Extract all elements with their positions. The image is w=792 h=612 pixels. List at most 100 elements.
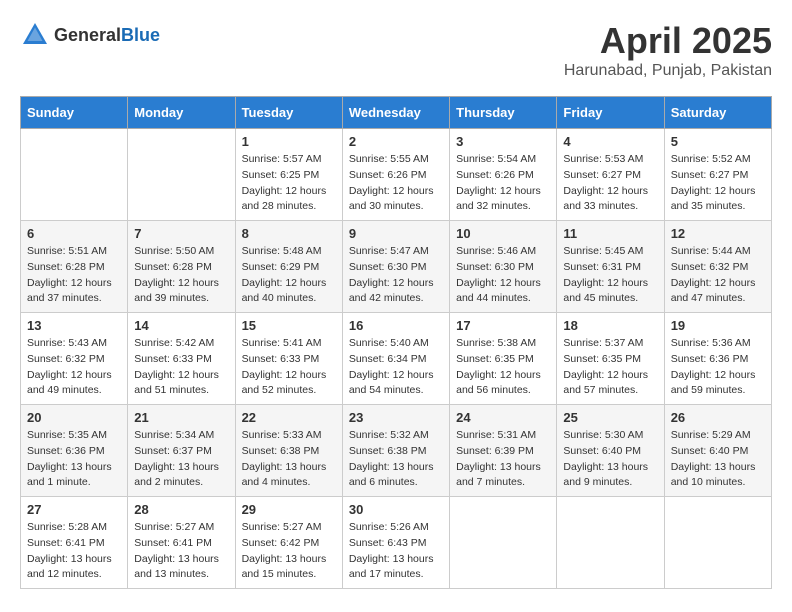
daylight-text: Daylight: 12 hours and 57 minutes. — [563, 369, 648, 397]
daylight-text: Daylight: 12 hours and 47 minutes. — [671, 277, 756, 305]
day-number: 24 — [456, 410, 550, 425]
cell-details: Sunrise: 5:55 AM Sunset: 6:26 PM Dayligh… — [349, 152, 443, 215]
sunrise-text: Sunrise: 5:28 AM — [27, 521, 107, 533]
daylight-text: Daylight: 12 hours and 49 minutes. — [27, 369, 112, 397]
logo-blue-text: Blue — [121, 25, 160, 45]
calendar-cell: 26 Sunrise: 5:29 AM Sunset: 6:40 PM Dayl… — [664, 405, 771, 497]
daylight-text: Daylight: 13 hours and 13 minutes. — [134, 553, 219, 581]
calendar-cell: 16 Sunrise: 5:40 AM Sunset: 6:34 PM Dayl… — [342, 313, 449, 405]
sunrise-text: Sunrise: 5:41 AM — [242, 337, 322, 349]
day-number: 14 — [134, 318, 228, 333]
col-wednesday: Wednesday — [342, 97, 449, 129]
day-number: 5 — [671, 134, 765, 149]
sunrise-text: Sunrise: 5:34 AM — [134, 429, 214, 441]
day-number: 16 — [349, 318, 443, 333]
sunrise-text: Sunrise: 5:36 AM — [671, 337, 751, 349]
sunset-text: Sunset: 6:35 PM — [563, 353, 641, 365]
generalblue-logo-icon — [20, 20, 50, 50]
day-number: 10 — [456, 226, 550, 241]
daylight-text: Daylight: 13 hours and 6 minutes. — [349, 461, 434, 489]
calendar-cell: 4 Sunrise: 5:53 AM Sunset: 6:27 PM Dayli… — [557, 129, 664, 221]
calendar-cell: 3 Sunrise: 5:54 AM Sunset: 6:26 PM Dayli… — [450, 129, 557, 221]
calendar-cell: 23 Sunrise: 5:32 AM Sunset: 6:38 PM Dayl… — [342, 405, 449, 497]
calendar-cell: 29 Sunrise: 5:27 AM Sunset: 6:42 PM Dayl… — [235, 497, 342, 589]
daylight-text: Daylight: 13 hours and 2 minutes. — [134, 461, 219, 489]
sunset-text: Sunset: 6:36 PM — [671, 353, 749, 365]
daylight-text: Daylight: 13 hours and 10 minutes. — [671, 461, 756, 489]
page-header: GeneralBlue April 2025 Harunabad, Punjab… — [20, 20, 772, 80]
calendar-cell: 20 Sunrise: 5:35 AM Sunset: 6:36 PM Dayl… — [21, 405, 128, 497]
sunset-text: Sunset: 6:38 PM — [242, 445, 320, 457]
daylight-text: Daylight: 13 hours and 17 minutes. — [349, 553, 434, 581]
day-number: 6 — [27, 226, 121, 241]
cell-details: Sunrise: 5:36 AM Sunset: 6:36 PM Dayligh… — [671, 336, 765, 399]
day-number: 26 — [671, 410, 765, 425]
daylight-text: Daylight: 12 hours and 33 minutes. — [563, 185, 648, 213]
cell-details: Sunrise: 5:44 AM Sunset: 6:32 PM Dayligh… — [671, 244, 765, 307]
day-number: 28 — [134, 502, 228, 517]
cell-details: Sunrise: 5:53 AM Sunset: 6:27 PM Dayligh… — [563, 152, 657, 215]
day-number: 1 — [242, 134, 336, 149]
sunrise-text: Sunrise: 5:46 AM — [456, 245, 536, 257]
sunrise-text: Sunrise: 5:54 AM — [456, 153, 536, 165]
daylight-text: Daylight: 12 hours and 56 minutes. — [456, 369, 541, 397]
sunrise-text: Sunrise: 5:48 AM — [242, 245, 322, 257]
daylight-text: Daylight: 13 hours and 1 minute. — [27, 461, 112, 489]
day-number: 17 — [456, 318, 550, 333]
daylight-text: Daylight: 12 hours and 32 minutes. — [456, 185, 541, 213]
sunset-text: Sunset: 6:26 PM — [349, 169, 427, 181]
sunrise-text: Sunrise: 5:42 AM — [134, 337, 214, 349]
daylight-text: Daylight: 12 hours and 30 minutes. — [349, 185, 434, 213]
sunset-text: Sunset: 6:28 PM — [134, 261, 212, 273]
sunrise-text: Sunrise: 5:50 AM — [134, 245, 214, 257]
sunset-text: Sunset: 6:26 PM — [456, 169, 534, 181]
sunrise-text: Sunrise: 5:45 AM — [563, 245, 643, 257]
day-number: 9 — [349, 226, 443, 241]
cell-details: Sunrise: 5:54 AM Sunset: 6:26 PM Dayligh… — [456, 152, 550, 215]
sunrise-text: Sunrise: 5:55 AM — [349, 153, 429, 165]
cell-details: Sunrise: 5:47 AM Sunset: 6:30 PM Dayligh… — [349, 244, 443, 307]
calendar-cell — [664, 497, 771, 589]
daylight-text: Daylight: 12 hours and 59 minutes. — [671, 369, 756, 397]
cell-details: Sunrise: 5:48 AM Sunset: 6:29 PM Dayligh… — [242, 244, 336, 307]
sunrise-text: Sunrise: 5:33 AM — [242, 429, 322, 441]
sunrise-text: Sunrise: 5:38 AM — [456, 337, 536, 349]
sunset-text: Sunset: 6:37 PM — [134, 445, 212, 457]
calendar-cell: 19 Sunrise: 5:36 AM Sunset: 6:36 PM Dayl… — [664, 313, 771, 405]
cell-details: Sunrise: 5:31 AM Sunset: 6:39 PM Dayligh… — [456, 428, 550, 491]
sunset-text: Sunset: 6:30 PM — [456, 261, 534, 273]
calendar-cell: 2 Sunrise: 5:55 AM Sunset: 6:26 PM Dayli… — [342, 129, 449, 221]
col-sunday: Sunday — [21, 97, 128, 129]
logo-general-text: General — [54, 25, 121, 45]
cell-details: Sunrise: 5:28 AM Sunset: 6:41 PM Dayligh… — [27, 520, 121, 583]
sunset-text: Sunset: 6:27 PM — [563, 169, 641, 181]
calendar-cell: 12 Sunrise: 5:44 AM Sunset: 6:32 PM Dayl… — [664, 221, 771, 313]
logo: GeneralBlue — [20, 20, 160, 50]
sunset-text: Sunset: 6:38 PM — [349, 445, 427, 457]
sunset-text: Sunset: 6:40 PM — [563, 445, 641, 457]
cell-details: Sunrise: 5:30 AM Sunset: 6:40 PM Dayligh… — [563, 428, 657, 491]
cell-details: Sunrise: 5:50 AM Sunset: 6:28 PM Dayligh… — [134, 244, 228, 307]
sunset-text: Sunset: 6:32 PM — [27, 353, 105, 365]
sunset-text: Sunset: 6:28 PM — [27, 261, 105, 273]
day-number: 30 — [349, 502, 443, 517]
calendar-cell: 7 Sunrise: 5:50 AM Sunset: 6:28 PM Dayli… — [128, 221, 235, 313]
location-title: Harunabad, Punjab, Pakistan — [564, 62, 772, 80]
sunset-text: Sunset: 6:41 PM — [134, 537, 212, 549]
sunset-text: Sunset: 6:41 PM — [27, 537, 105, 549]
cell-details: Sunrise: 5:37 AM Sunset: 6:35 PM Dayligh… — [563, 336, 657, 399]
logo-wordmark: GeneralBlue — [54, 25, 160, 46]
calendar-cell: 8 Sunrise: 5:48 AM Sunset: 6:29 PM Dayli… — [235, 221, 342, 313]
calendar-week-row: 6 Sunrise: 5:51 AM Sunset: 6:28 PM Dayli… — [21, 221, 772, 313]
daylight-text: Daylight: 13 hours and 15 minutes. — [242, 553, 327, 581]
cell-details: Sunrise: 5:52 AM Sunset: 6:27 PM Dayligh… — [671, 152, 765, 215]
calendar-cell: 14 Sunrise: 5:42 AM Sunset: 6:33 PM Dayl… — [128, 313, 235, 405]
day-number: 19 — [671, 318, 765, 333]
sunset-text: Sunset: 6:29 PM — [242, 261, 320, 273]
day-number: 22 — [242, 410, 336, 425]
daylight-text: Daylight: 12 hours and 51 minutes. — [134, 369, 219, 397]
sunset-text: Sunset: 6:32 PM — [671, 261, 749, 273]
calendar-week-row: 27 Sunrise: 5:28 AM Sunset: 6:41 PM Dayl… — [21, 497, 772, 589]
sunrise-text: Sunrise: 5:31 AM — [456, 429, 536, 441]
col-friday: Friday — [557, 97, 664, 129]
